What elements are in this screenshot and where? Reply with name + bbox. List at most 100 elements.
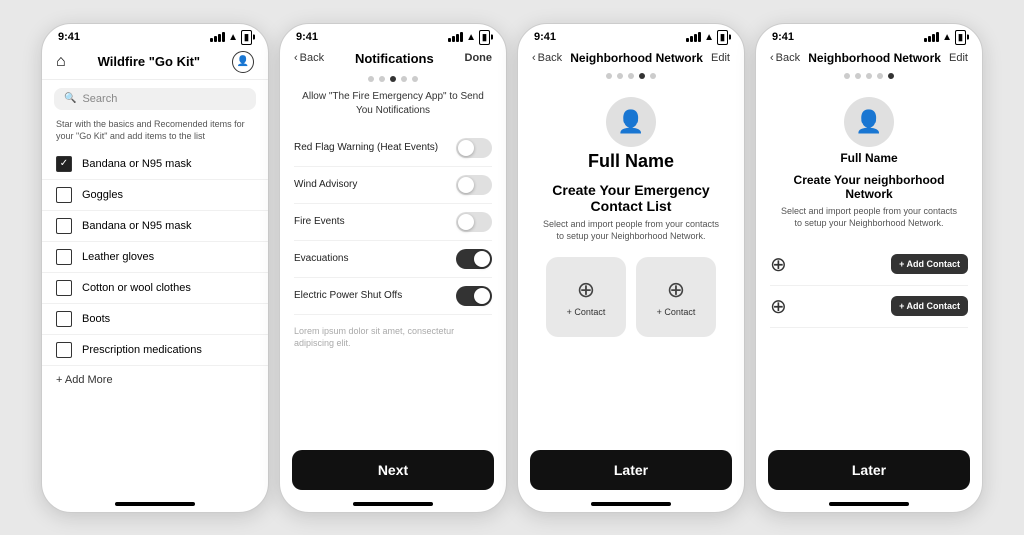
phone3-header: ‹ Back Neighborhood Network Edit: [518, 47, 744, 71]
checkbox-2[interactable]: [56, 187, 72, 203]
done-button[interactable]: Done: [465, 52, 493, 64]
item-label-7: Prescription medications: [82, 344, 202, 356]
back-button[interactable]: ‹ Back: [532, 52, 562, 64]
phone4-header: ‹ Back Neighborhood Network Edit: [756, 47, 982, 71]
edit-button-4[interactable]: Edit: [949, 52, 968, 64]
checklist: Bandana or N95 mask Goggles Bandana or N…: [42, 149, 268, 498]
house-icon-1: ⊕: [770, 252, 787, 277]
search-bar[interactable]: 🔍 Search: [54, 88, 256, 110]
bottom-bar: [591, 502, 671, 506]
contact-card-2[interactable]: ⊕ + Contact: [636, 257, 716, 337]
notif-label-3: Fire Events: [294, 216, 345, 227]
toggle-4[interactable]: [456, 249, 492, 269]
lorem-text: Lorem ipsum dolor sit amet, consectetur …: [294, 325, 492, 350]
list-item[interactable]: Leather gloves: [42, 242, 268, 273]
checkbox-5[interactable]: [56, 280, 72, 296]
bottom-bar: [829, 502, 909, 506]
list-item[interactable]: Prescription medications: [42, 335, 268, 366]
phone-3-emergency-contact: 9:41 ▲ ▮ ‹ Back Neighborhood Network Edi…: [517, 23, 745, 513]
list-item[interactable]: Bandana or N95 mask: [42, 211, 268, 242]
dot-2: [855, 73, 861, 79]
phone1-title: Wildfire "Go Kit": [98, 54, 200, 69]
progress-dots-4: [756, 71, 982, 87]
search-placeholder: Search: [82, 93, 117, 105]
time-4: 9:41: [772, 31, 794, 43]
time-2: 9:41: [296, 31, 318, 43]
contact-section-title: Create Your Emergency Contact List: [518, 182, 744, 218]
bottom-bar: [353, 502, 433, 506]
dot-1: [606, 73, 612, 79]
edit-button[interactable]: Edit: [711, 52, 730, 64]
neighborhood-title: Neighborhood Network: [570, 51, 703, 65]
checkbox-4[interactable]: [56, 249, 72, 265]
contacts-grid: ⊕ + Contact ⊕ + Contact: [518, 251, 744, 442]
dot-1: [368, 76, 374, 82]
house-plus-icon-1: ⊕: [577, 277, 595, 303]
phone2-header: ‹ Back Notifications Done: [280, 47, 506, 74]
toggle-3[interactable]: [456, 212, 492, 232]
list-item[interactable]: Bandana or N95 mask: [42, 149, 268, 180]
status-icons-1: ▲ ▮: [210, 30, 252, 45]
checkbox-6[interactable]: [56, 311, 72, 327]
full-name-4: Full Name: [840, 151, 897, 165]
add-contact-button-1[interactable]: + Add Contact: [891, 254, 968, 274]
full-name: Full Name: [588, 151, 674, 172]
avatar[interactable]: 👤: [232, 51, 254, 73]
item-label-6: Boots: [82, 313, 110, 325]
checkbox-7[interactable]: [56, 342, 72, 358]
notif-label-5: Electric Power Shut Offs: [294, 290, 402, 301]
next-button[interactable]: Next: [292, 450, 494, 490]
notif-row-5: Electric Power Shut Offs: [294, 278, 492, 315]
later-button-4[interactable]: Later: [768, 450, 970, 490]
list-item[interactable]: Cotton or wool clothes: [42, 273, 268, 304]
signal-icon: [924, 32, 939, 42]
signal-icon: [210, 32, 225, 42]
notif-row-3: Fire Events: [294, 204, 492, 241]
home-icon[interactable]: ⌂: [56, 53, 66, 71]
neighborhood-row-1: ⊕ + Add Contact: [770, 244, 968, 286]
dot-1: [844, 73, 850, 79]
dot-4: [401, 76, 407, 82]
toggle-5[interactable]: [456, 286, 492, 306]
neighborhood-section-title: Create Your neighborhood Network: [756, 173, 982, 205]
checkbox-1[interactable]: [56, 156, 72, 172]
add-contact-button-2[interactable]: + Add Contact: [891, 296, 968, 316]
dot-5: [650, 73, 656, 79]
phone-2-notifications: 9:41 ▲ ▮ ‹ Back Notifications Done: [279, 23, 507, 513]
contact-description: Select and import people from your conta…: [518, 218, 744, 251]
notif-row-2: Wind Advisory: [294, 167, 492, 204]
add-contact-section: ⊕ + Add Contact ⊕ + Add Contact: [756, 238, 982, 442]
dot-5: [412, 76, 418, 82]
dot-4: [639, 73, 645, 79]
profile-section: 👤 Full Name: [518, 87, 744, 182]
notif-label-2: Wind Advisory: [294, 179, 357, 190]
phone-4-neighborhood-network: 9:41 ▲ ▮ ‹ Back Neighborhood Network Edi…: [755, 23, 983, 513]
back-button[interactable]: ‹ Back: [294, 52, 324, 64]
dot-4: [877, 73, 883, 79]
notif-row-1: Red Flag Warning (Heat Events): [294, 130, 492, 167]
signal-icon: [448, 32, 463, 42]
phone-1-wildfire-gokit: 9:41 ▲ ▮ ⌂ Wildfire "Go Kit" 👤 🔍 Search …: [41, 23, 269, 513]
status-bar-1: 9:41 ▲ ▮: [42, 24, 268, 47]
bottom-bar: [115, 502, 195, 506]
list-item[interactable]: Goggles: [42, 180, 268, 211]
checkbox-3[interactable]: [56, 218, 72, 234]
toggle-1[interactable]: [456, 138, 492, 158]
toggle-2[interactable]: [456, 175, 492, 195]
back-button-4[interactable]: ‹ Back: [770, 52, 800, 64]
notif-description: Allow "The Fire Emergency App" to Send Y…: [294, 90, 492, 118]
time-3: 9:41: [534, 31, 556, 43]
notifications-body: Allow "The Fire Emergency App" to Send Y…: [280, 90, 506, 442]
wifi-icon: ▲: [942, 32, 952, 43]
add-more-label: + Add More: [56, 374, 113, 386]
later-button[interactable]: Later: [530, 450, 732, 490]
battery-icon: ▮: [241, 30, 252, 45]
status-icons-3: ▲ ▮: [686, 30, 728, 45]
item-label-2: Goggles: [82, 189, 123, 201]
contact-card-1[interactable]: ⊕ + Contact: [546, 257, 626, 337]
phone1-header: ⌂ Wildfire "Go Kit" 👤: [42, 47, 268, 80]
add-more-button[interactable]: + Add More: [42, 366, 268, 394]
status-icons-2: ▲ ▮: [448, 30, 490, 45]
list-item[interactable]: Boots: [42, 304, 268, 335]
subtitle-text: Star with the basics and Recomended item…: [42, 118, 268, 149]
